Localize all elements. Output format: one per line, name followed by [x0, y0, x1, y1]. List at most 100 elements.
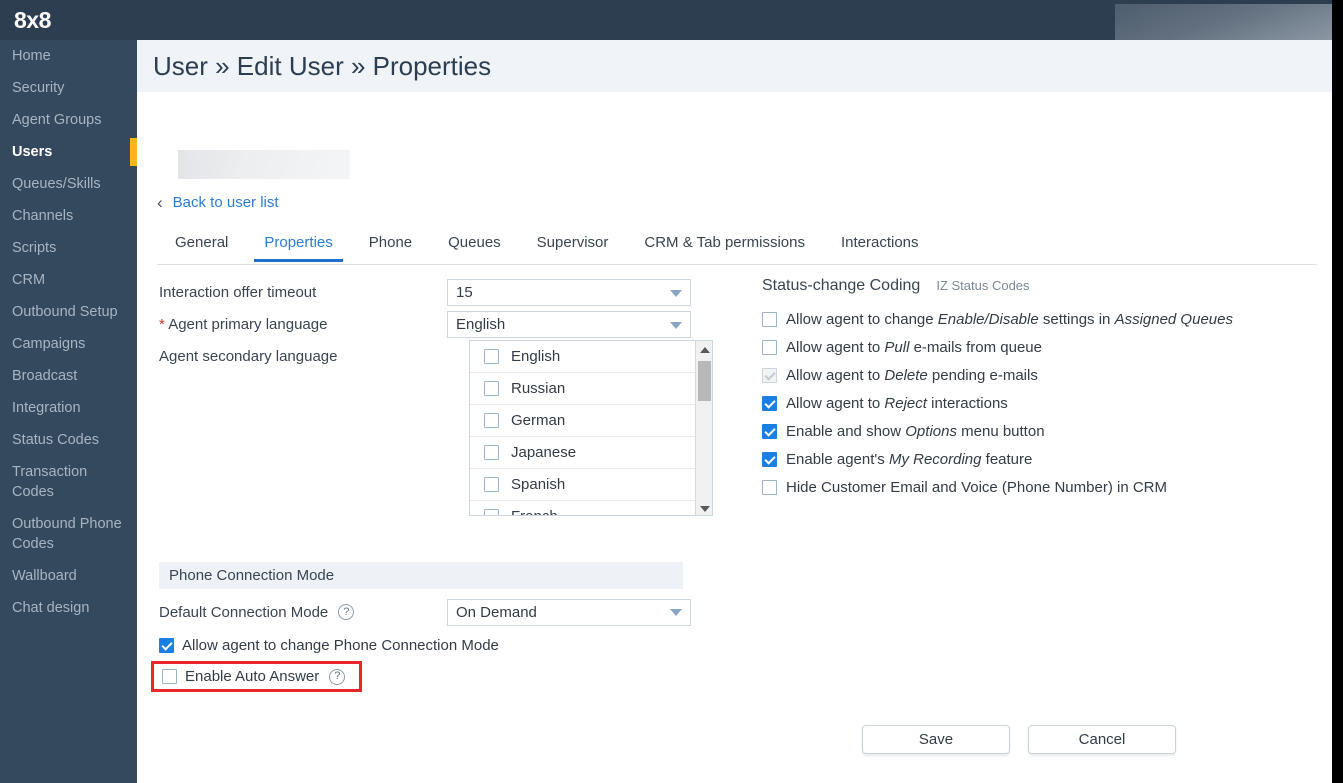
help-question-icon[interactable]: ? — [329, 668, 346, 685]
sidebar-item-label: Outbound Phone Codes — [12, 516, 122, 552]
sidebar-item-outbound-setup[interactable]: Outbound Setup — [0, 296, 137, 328]
permission-label: Enable agent's My Recording feature — [786, 450, 1033, 468]
tab-interactions[interactable]: Interactions — [823, 232, 937, 261]
language-option[interactable]: Japanese — [470, 437, 712, 469]
permission-checkbox-row[interactable]: Enable and show Options menu button — [762, 417, 1322, 445]
allow-change-phone-connection-mode-checkbox[interactable]: Allow agent to change Phone Connection M… — [159, 631, 719, 659]
interaction-offer-timeout-label: Interaction offer timeout — [159, 284, 317, 301]
language-list-scrollbar[interactable] — [695, 341, 712, 515]
sidebar-item-channels[interactable]: Channels — [0, 200, 137, 232]
sidebar-item-integration[interactable]: Integration — [0, 392, 137, 424]
permission-label: Allow agent to Delete pending e-mails — [786, 366, 1038, 384]
checkbox-icon — [762, 479, 777, 495]
language-option-label: English — [511, 348, 561, 365]
enable-auto-answer-label: Enable Auto Answer — [185, 668, 320, 685]
sidebar-item-transaction-codes[interactable]: Transaction Codes — [0, 456, 137, 508]
sidebar-item-label: Wallboard — [12, 568, 77, 584]
sidebar-item-users[interactable]: Users — [0, 136, 137, 168]
sidebar-item-scripts[interactable]: Scripts — [0, 232, 137, 264]
default-connection-mode-value: On Demand — [456, 603, 537, 621]
agent-primary-language-select[interactable]: English — [447, 311, 691, 338]
field-interaction-offer-timeout: Interaction offer timeout 15 — [159, 277, 719, 308]
sidebar-item-label: Status Codes — [12, 432, 100, 448]
sidebar-item-label: Scripts — [12, 240, 57, 256]
default-connection-mode-select[interactable]: On Demand — [447, 598, 691, 626]
permission-checkbox-row[interactable]: Allow agent to Pull e-mails from queue — [762, 333, 1322, 361]
permission-label: Hide Customer Email and Voice (Phone Num… — [786, 478, 1167, 496]
checkbox-icon — [484, 445, 499, 460]
sidebar-item-label: Chat design — [12, 600, 90, 616]
checkbox-icon — [762, 339, 777, 355]
permission-checkbox-list: Allow agent to change Enable/Disable set… — [762, 305, 1322, 501]
agent-primary-language-value: English — [456, 316, 506, 333]
tab-label: Queues — [448, 234, 501, 251]
language-option-label: Russian — [511, 380, 566, 397]
checkbox-icon — [762, 367, 777, 383]
tab-label: Properties — [264, 234, 333, 251]
language-option[interactable]: Spanish — [470, 469, 712, 501]
scrollbar-thumb[interactable] — [698, 361, 711, 401]
sidebar-item-label: Home — [12, 48, 51, 64]
status-change-coding-header: Status-change Coding IZ Status Codes — [762, 277, 1322, 295]
sidebar-item-broadcast[interactable]: Broadcast — [0, 360, 137, 392]
language-option[interactable]: French — [470, 501, 712, 515]
sidebar-item-home[interactable]: Home — [0, 40, 137, 72]
sidebar-item-security[interactable]: Security — [0, 72, 137, 104]
tab-queues[interactable]: Queues — [430, 232, 519, 261]
sidebar-item-crm[interactable]: CRM — [0, 264, 137, 296]
tab-crm-tab-permissions[interactable]: CRM & Tab permissions — [626, 232, 823, 261]
language-option-list: English Russian German Japanese Spanish Frenc… — [470, 341, 712, 515]
language-option[interactable]: Russian — [470, 373, 712, 405]
agent-secondary-language-label: Agent secondary language — [159, 348, 338, 365]
sidebar-item-label: Integration — [12, 400, 81, 416]
sidebar-item-label: Transaction Codes — [12, 464, 88, 500]
sidebar-item-label: Outbound Setup — [12, 304, 118, 320]
permission-label: Allow agent to change Enable/Disable set… — [786, 310, 1233, 328]
redacted-account-area — [1115, 4, 1343, 40]
cancel-button[interactable]: Cancel — [1028, 725, 1176, 754]
sidebar-item-list: Home Security Agent Groups Users Queues/Skil… — [0, 40, 137, 624]
sidebar-item-chat-design[interactable]: Chat design — [0, 592, 137, 624]
permission-checkbox-row[interactable]: Allow agent to change Enable/Disable set… — [762, 305, 1322, 333]
tab-general[interactable]: General — [157, 232, 246, 261]
sidebar-item-label: Users — [12, 144, 53, 160]
scroll-up-icon[interactable] — [696, 341, 712, 358]
tab-properties[interactable]: Properties — [246, 232, 350, 262]
permission-checkbox-row[interactable]: Allow agent to Reject interactions — [762, 389, 1322, 417]
sidebar-item-campaigns[interactable]: Campaigns — [0, 328, 137, 360]
default-connection-mode-label: Default Connection Mode — [159, 603, 329, 621]
iz-status-codes-link[interactable]: IZ Status Codes — [936, 278, 1029, 293]
permission-label: Allow agent to Pull e-mails from queue — [786, 338, 1042, 356]
permission-checkbox-row[interactable]: Hide Customer Email and Voice (Phone Num… — [762, 473, 1322, 501]
back-to-user-list-link[interactable]: ‹ Back to user list — [157, 194, 279, 211]
checkbox-icon — [484, 349, 499, 364]
sidebar-item-outbound-phone-codes[interactable]: Outbound Phone Codes — [0, 508, 137, 560]
sidebar-item-agent-groups[interactable]: Agent Groups — [0, 104, 137, 136]
sidebar-item-label: Broadcast — [12, 368, 78, 384]
language-option[interactable]: English — [470, 341, 712, 373]
agent-primary-language-label: * Agent primary language — [159, 316, 447, 333]
checkbox-icon — [484, 477, 499, 492]
help-question-icon[interactable]: ? — [338, 604, 355, 620]
agent-secondary-language-list[interactable]: English Russian German Japanese Spanish Frenc… — [469, 340, 713, 516]
logo-8x8: 8x8 — [14, 6, 51, 33]
scroll-down-icon[interactable] — [696, 500, 712, 515]
sidebar-item-wallboard[interactable]: Wallboard — [0, 560, 137, 592]
tab-supervisor[interactable]: Supervisor — [519, 232, 627, 261]
enable-auto-answer-checkbox[interactable]: Enable Auto Answer ? — [151, 661, 363, 692]
sidebar-item-queues-skills[interactable]: Queues/Skills — [0, 168, 137, 200]
language-option-label: French — [511, 508, 558, 515]
save-button[interactable]: Save — [862, 725, 1010, 754]
interaction-offer-timeout-select[interactable]: 15 — [447, 279, 691, 306]
tab-bar: General Properties Phone Queues Supervisor CR… — [157, 232, 1317, 265]
permission-checkbox-row[interactable]: Allow agent to Delete pending e-mails — [762, 361, 1322, 389]
permission-checkbox-row[interactable]: Enable agent's My Recording feature — [762, 445, 1322, 473]
application-window: 8x8 Home Security Agent Groups Users Queues/… — [0, 0, 1343, 783]
sidebar-item-status-codes[interactable]: Status Codes — [0, 424, 137, 456]
language-option[interactable]: German — [470, 405, 712, 437]
checkbox-icon — [484, 381, 499, 396]
tab-phone[interactable]: Phone — [351, 232, 430, 261]
tab-label: Supervisor — [536, 234, 609, 251]
sidebar-item-label: Campaigns — [12, 336, 86, 352]
properties-left-column: Interaction offer timeout 15 * Agent pri… — [159, 277, 719, 516]
